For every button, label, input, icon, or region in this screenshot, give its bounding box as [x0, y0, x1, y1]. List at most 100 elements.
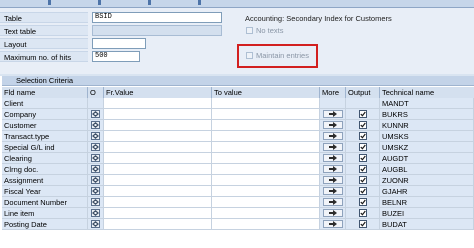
multiple-selection-button[interactable]	[323, 121, 343, 129]
col-technical-name[interactable]: Technical name	[380, 87, 474, 98]
selection-option-icon[interactable]	[91, 110, 100, 118]
output-checkbox[interactable]	[359, 176, 367, 184]
col-more[interactable]: More	[320, 87, 346, 98]
selection-option-icon[interactable]	[91, 154, 100, 162]
multiple-selection-button[interactable]	[323, 176, 343, 184]
field-name-cell: Posting Date	[2, 219, 88, 230]
toolbar-separator	[48, 0, 51, 5]
technical-name-cell: AUGBL	[380, 164, 474, 175]
output-checkbox[interactable]	[359, 209, 367, 217]
from-value-input[interactable]	[104, 164, 212, 175]
from-value-input[interactable]	[104, 175, 212, 186]
option-cell[interactable]	[88, 208, 104, 219]
table-row: Document Number BELNR	[2, 197, 474, 208]
to-value-input[interactable]	[212, 175, 320, 186]
table-row: Line item BUZEI	[2, 208, 474, 219]
to-value-input[interactable]	[212, 164, 320, 175]
output-cell	[346, 153, 380, 164]
output-checkbox[interactable]	[359, 110, 367, 118]
selection-option-icon[interactable]	[91, 143, 100, 151]
from-value-input[interactable]	[104, 208, 212, 219]
arrow-right-icon	[324, 122, 342, 128]
multiple-selection-button[interactable]	[323, 154, 343, 162]
table-row: Company BUKRS	[2, 109, 474, 120]
technical-name-cell: BUKRS	[380, 109, 474, 120]
to-value-input[interactable]	[212, 219, 320, 230]
option-cell[interactable]	[88, 186, 104, 197]
multiple-selection-button[interactable]	[323, 198, 343, 206]
output-checkbox[interactable]	[359, 165, 367, 173]
to-value-input[interactable]	[212, 109, 320, 120]
layout-field[interactable]	[92, 38, 146, 49]
option-cell[interactable]	[88, 153, 104, 164]
output-checkbox[interactable]	[359, 198, 367, 206]
more-cell	[320, 219, 346, 230]
col-output[interactable]: Output	[346, 87, 380, 98]
arrow-right-icon	[324, 144, 342, 150]
table-field[interactable]: BSID	[92, 12, 222, 23]
toolbar-separator	[198, 0, 201, 5]
to-value-input[interactable]	[212, 186, 320, 197]
from-value-input[interactable]	[104, 186, 212, 197]
multiple-selection-button[interactable]	[323, 187, 343, 195]
option-cell[interactable]	[88, 131, 104, 142]
from-value-input[interactable]	[104, 120, 212, 131]
output-checkbox[interactable]	[359, 154, 367, 162]
selection-option-icon[interactable]	[91, 121, 100, 129]
multiple-selection-button[interactable]	[323, 132, 343, 140]
col-o[interactable]: O	[88, 87, 104, 98]
multiple-selection-button[interactable]	[323, 209, 343, 217]
col-to-value[interactable]: To value	[212, 87, 320, 98]
from-value-input[interactable]	[104, 131, 212, 142]
max-hits-field[interactable]: 500	[92, 51, 140, 62]
toolbar	[0, 0, 474, 8]
to-value-input[interactable]	[212, 208, 320, 219]
selection-option-icon[interactable]	[91, 220, 100, 228]
table-row: Clearing AUGDT	[2, 153, 474, 164]
col-fld-name[interactable]: Fld name	[2, 87, 88, 98]
more-cell	[320, 186, 346, 197]
output-checkbox[interactable]	[359, 187, 367, 195]
table-label: Table	[0, 12, 88, 23]
output-checkbox[interactable]	[359, 143, 367, 151]
from-value-input[interactable]	[104, 219, 212, 230]
option-cell[interactable]	[88, 164, 104, 175]
more-cell	[320, 164, 346, 175]
col-fr-value[interactable]: Fr.Value	[104, 87, 212, 98]
multiple-selection-button[interactable]	[323, 143, 343, 151]
from-value-input[interactable]	[104, 109, 212, 120]
output-checkbox[interactable]	[359, 121, 367, 129]
selection-option-icon[interactable]	[91, 132, 100, 140]
to-value-input[interactable]	[212, 142, 320, 153]
from-value-input[interactable]	[104, 197, 212, 208]
option-cell[interactable]	[88, 219, 104, 230]
to-value-input[interactable]	[212, 120, 320, 131]
field-name-cell: Clearing	[2, 153, 88, 164]
output-cell	[346, 219, 380, 230]
to-value-input[interactable]	[212, 153, 320, 164]
to-value-input[interactable]	[212, 131, 320, 142]
no-texts-checkbox[interactable]	[246, 27, 253, 34]
arrow-right-icon	[324, 133, 342, 139]
from-value-input[interactable]	[104, 153, 212, 164]
technical-name-cell: BUDAT	[380, 219, 474, 230]
output-checkbox[interactable]	[359, 220, 367, 228]
selection-option-icon[interactable]	[91, 198, 100, 206]
option-cell[interactable]	[88, 175, 104, 186]
selection-option-icon[interactable]	[91, 187, 100, 195]
multiple-selection-button[interactable]	[323, 220, 343, 228]
option-cell[interactable]	[88, 142, 104, 153]
multiple-selection-button[interactable]	[323, 110, 343, 118]
option-cell[interactable]	[88, 109, 104, 120]
more-cell	[320, 131, 346, 142]
selection-option-icon[interactable]	[91, 209, 100, 217]
output-checkbox[interactable]	[359, 132, 367, 140]
option-cell[interactable]	[88, 120, 104, 131]
multiple-selection-button[interactable]	[323, 165, 343, 173]
from-value-input[interactable]	[104, 142, 212, 153]
selection-option-icon[interactable]	[91, 165, 100, 173]
option-cell[interactable]	[88, 197, 104, 208]
table-row: Client MANDT	[2, 98, 474, 109]
selection-option-icon[interactable]	[91, 176, 100, 184]
to-value-input[interactable]	[212, 197, 320, 208]
